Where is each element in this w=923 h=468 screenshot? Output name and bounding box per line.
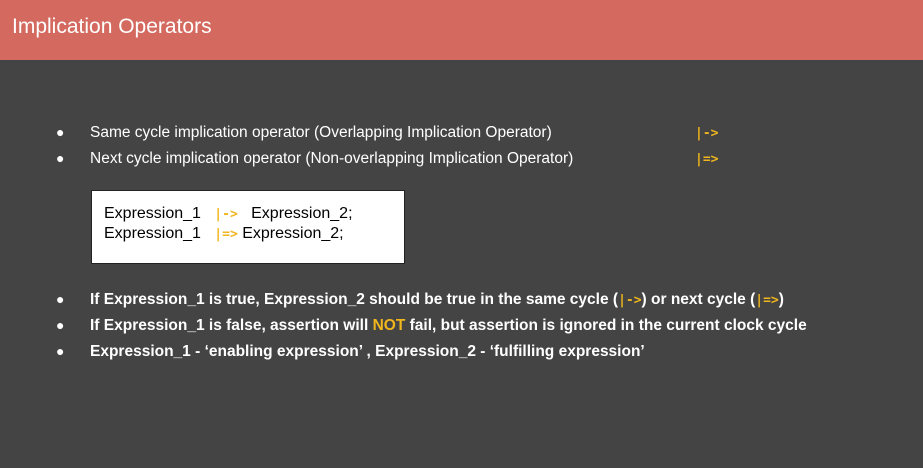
- bullet-text-part: ): [778, 291, 784, 308]
- code-rhs: Expression_2;: [242, 225, 344, 242]
- operator-overlapping: |->: [695, 126, 719, 141]
- bullet-dot: ●: [56, 150, 65, 166]
- bullet-item-overlapping: ● Same cycle implication operator (Overla…: [56, 122, 718, 144]
- code-operator: |=>: [214, 227, 238, 242]
- bullet-text-part: fail, but assertion is ignored in the cu…: [405, 317, 807, 334]
- bullet-text-part: ) or next cycle (: [641, 291, 756, 308]
- bullet-dot: ●: [56, 317, 65, 333]
- operator-non-overlapping: |=>: [755, 293, 779, 308]
- title-bar: Implication Operators: [0, 0, 923, 60]
- bullet-text-part: If Expression_1 is false, assertion will: [90, 317, 373, 334]
- bullet-dot: ●: [56, 291, 65, 307]
- bullet-text-part: If Expression_1 is true, Expression_2 sh…: [90, 291, 619, 308]
- bullet-dot: ●: [56, 343, 65, 359]
- bullet-dot: ●: [56, 124, 65, 140]
- bullet-text: Same cycle implication operator (Overlap…: [90, 124, 552, 141]
- code-line-overlapping: Expression_1 |-> Expression_2;: [104, 204, 353, 225]
- operator-non-overlapping: |=>: [695, 152, 719, 167]
- not-highlight: NOT: [372, 317, 406, 334]
- operator-overlapping: |->: [618, 293, 642, 308]
- code-lhs: Expression_1: [104, 225, 201, 242]
- code-example-box: Expression_1 |-> Expression_2; Expressio…: [91, 190, 405, 264]
- bullet-item-non-overlapping: ● Next cycle implication operator (Non-ov…: [56, 148, 718, 170]
- code-line-non-overlapping: Expression_1 |=> Expression_2;: [104, 224, 344, 245]
- code-lhs: Expression_1: [104, 205, 201, 222]
- bullet-item-true-case: ● If Expression_1 is true, Expression_2 s…: [56, 289, 784, 311]
- bullet-item-definitions: ● Expression_1 - ‘enabling expression’ , …: [56, 341, 645, 362]
- code-operator: |->: [214, 207, 238, 222]
- page-title: Implication Operators: [12, 15, 212, 38]
- bullet-item-false-case: ● If Expression_1 is false, assertion wil…: [56, 315, 807, 336]
- bullet-text: Next cycle implication operator (Non-ove…: [90, 150, 574, 167]
- bullet-text: Expression_1 - ‘enabling expression’ , E…: [90, 343, 645, 360]
- code-rhs: Expression_2;: [251, 205, 353, 222]
